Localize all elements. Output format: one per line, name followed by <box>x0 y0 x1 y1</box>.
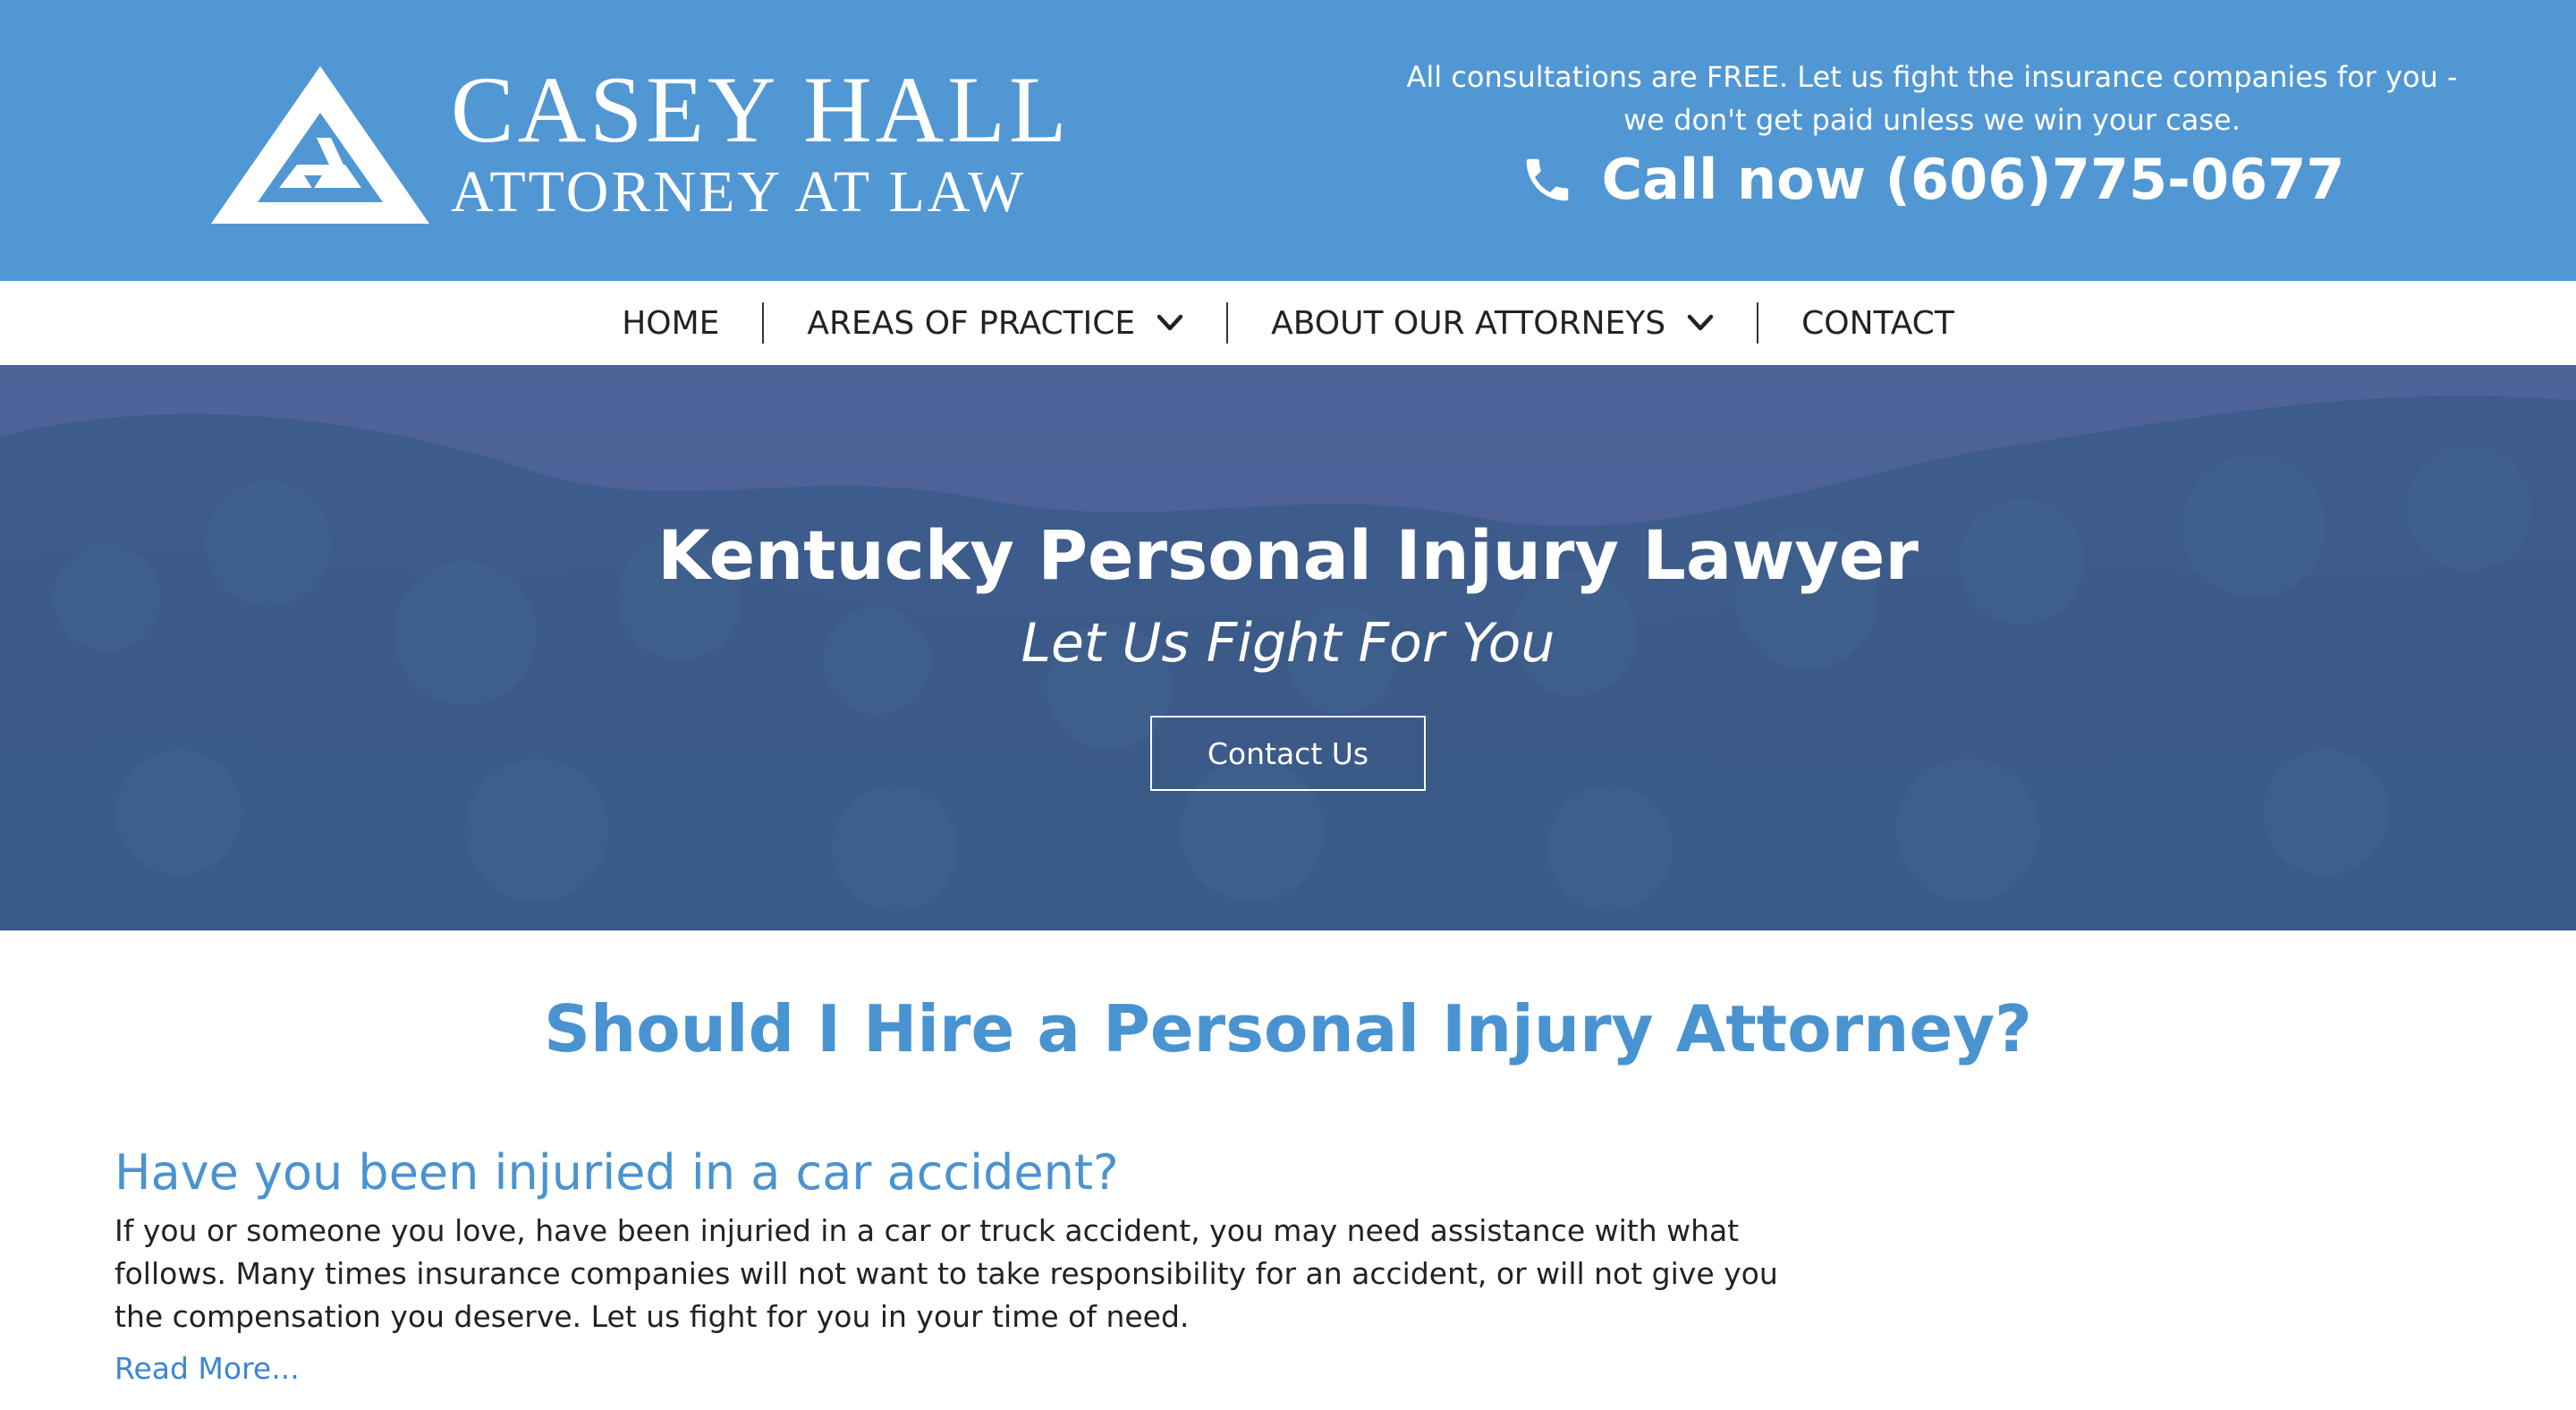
nav-item-label: HOME <box>622 304 720 342</box>
chevron-down-icon <box>1157 314 1183 331</box>
nav-item-label: ABOUT OUR ATTORNEYS <box>1271 304 1666 342</box>
nav-item-label: CONTACT <box>1801 304 1954 342</box>
header-contact-block: All consultations are FREE. Let us fight… <box>1395 55 2469 212</box>
article-body: If you or someone you love, have been in… <box>114 1213 1778 1334</box>
section-title: Should I Hire a Personal Injury Attorney… <box>544 991 2032 1066</box>
article-car-accident: Have you been injuried in a car accident… <box>114 1140 1814 1386</box>
main-nav: HOME AREAS OF PRACTICE ABOUT OUR ATTORNE… <box>0 281 2576 365</box>
read-more-link[interactable]: Read More... <box>114 1351 300 1386</box>
nav-item-home[interactable]: HOME <box>579 302 762 344</box>
nav-item-label: AREAS OF PRACTICE <box>807 304 1136 342</box>
logo-tagline: ATTORNEY AT LAW <box>451 159 1027 225</box>
nav-item-areas-of-practice[interactable]: AREAS OF PRACTICE <box>764 302 1226 344</box>
nav-item-contact[interactable]: CONTACT <box>1758 302 1997 344</box>
nav-item-about-our-attorneys[interactable]: ABOUT OUR ATTORNEYS <box>1228 302 1757 344</box>
hero-title: Kentucky Personal Injury Lawyer <box>657 515 1919 595</box>
logo-name: CASEY HALL <box>451 57 1071 162</box>
article-title: Have you been injuried in a car accident… <box>114 1144 1119 1201</box>
phone-icon <box>1526 158 1568 200</box>
contact-us-button[interactable]: Contact Us <box>1150 716 1426 791</box>
call-now-phone[interactable]: Call now (606)775-0677 <box>1602 147 2345 212</box>
chevron-down-icon <box>1687 314 1714 331</box>
logo-triangle-icon <box>211 66 429 224</box>
call-now-row[interactable]: Call now (606)775-0677 <box>1395 147 2469 212</box>
site-logo[interactable]: CASEY HALL ATTORNEY AT LAW <box>211 57 1159 227</box>
hero-subtitle: Let Us Fight For You <box>1021 612 1555 675</box>
consultation-text: All consultations are FREE. Let us fight… <box>1406 60 2458 137</box>
site-header: CASEY HALL ATTORNEY AT LAW All consultat… <box>0 0 2576 281</box>
hero-banner: Kentucky Personal Injury Lawyer Let Us F… <box>0 365 2576 930</box>
